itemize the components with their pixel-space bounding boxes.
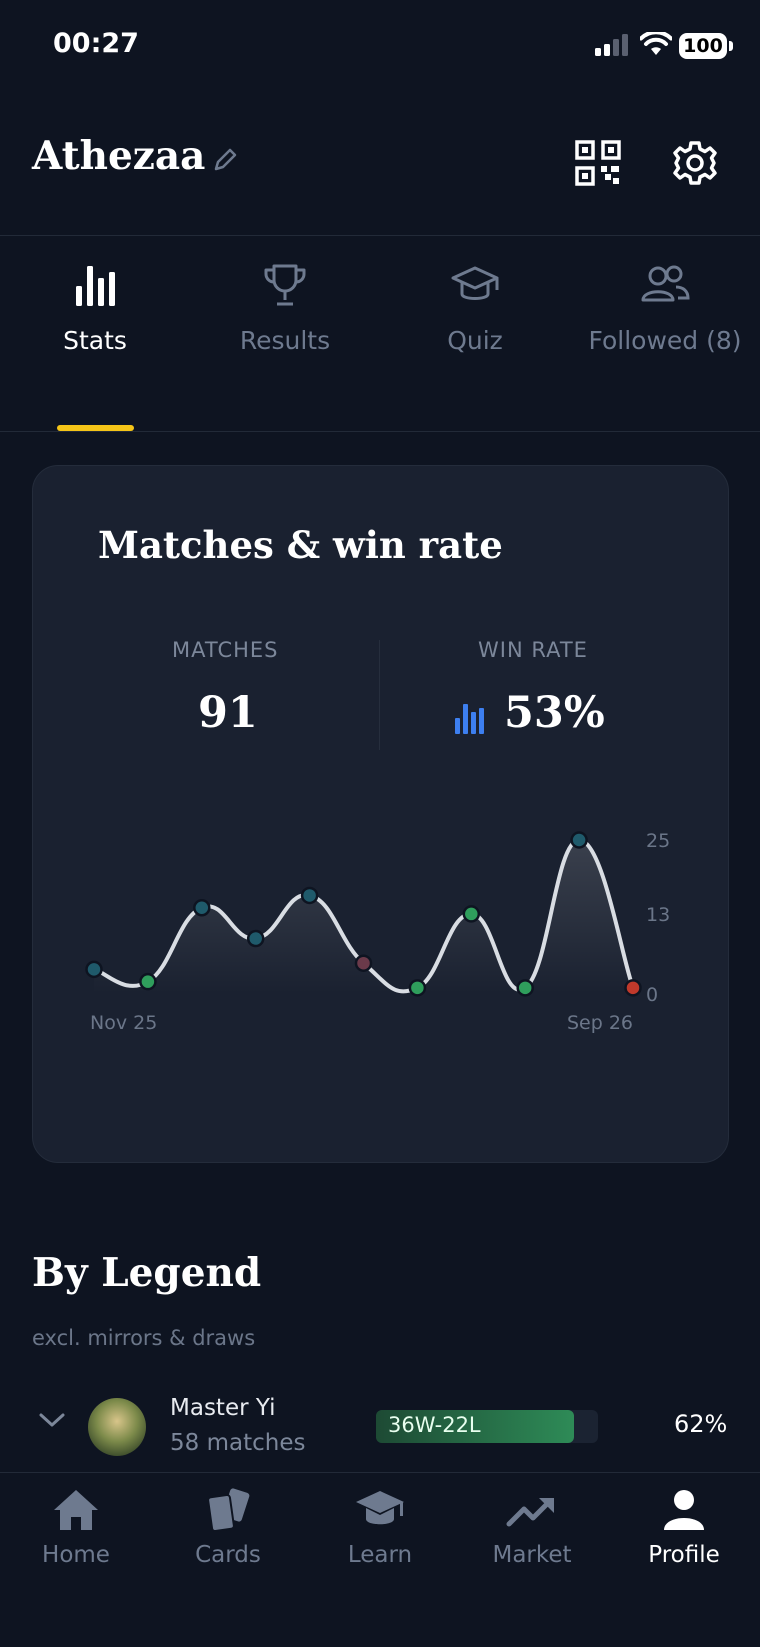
- chart-point: [462, 905, 481, 923]
- tab-label: Quiz: [447, 326, 503, 355]
- record-text: 36W-22L: [388, 1413, 481, 1437]
- tab-label: Stats: [63, 326, 127, 355]
- chevron-down-icon[interactable]: [38, 1410, 66, 1430]
- y-tick-label: 25: [646, 830, 670, 852]
- tab-label: Results: [239, 326, 331, 355]
- nav-market[interactable]: Market: [456, 1488, 608, 1568]
- by-legend-heading: By Legend: [32, 1250, 262, 1296]
- x-tick-label: Nov 25: [90, 1012, 157, 1034]
- qr-code-icon[interactable]: [575, 140, 621, 186]
- nav-label: Profile: [648, 1542, 720, 1568]
- chart-point: [354, 954, 373, 972]
- y-tick-label: 0: [646, 984, 658, 1006]
- chart-point: [246, 929, 265, 948]
- chart-point: [85, 960, 103, 979]
- nav-label: Market: [492, 1542, 572, 1568]
- header-divider: [0, 235, 760, 236]
- winrate-bar-icon: [455, 704, 484, 734]
- chart-point: [570, 831, 588, 849]
- chart-point: [193, 899, 211, 917]
- bar-chart-icon: [76, 266, 115, 306]
- matches-value: 91: [198, 688, 258, 738]
- stat-divider: [379, 640, 380, 750]
- x-tick-label: Sep 26: [567, 1012, 633, 1034]
- legend-matches: 58 matches: [170, 1430, 306, 1456]
- chart-point: [408, 979, 427, 997]
- chart-point: [300, 886, 319, 905]
- legend-name: Master Yi: [170, 1395, 276, 1421]
- home-icon: [54, 1490, 98, 1530]
- tab-stats[interactable]: Stats: [0, 262, 190, 355]
- tab-followed[interactable]: Followed (8): [570, 262, 760, 355]
- graduation-cap-icon: [356, 1491, 404, 1525]
- edit-icon[interactable]: [212, 147, 238, 173]
- nav-cards[interactable]: Cards: [152, 1488, 304, 1568]
- signal-icon: [595, 34, 628, 56]
- legend-avatar: [88, 1398, 146, 1456]
- username: Athezaa: [32, 133, 206, 179]
- trending-up-icon: [506, 1498, 554, 1527]
- tab-quiz[interactable]: Quiz: [380, 262, 570, 355]
- chart-point: [624, 979, 642, 997]
- tabs-divider: [0, 431, 760, 432]
- nav-label: Learn: [347, 1542, 413, 1568]
- cards-icon: [207, 1488, 250, 1532]
- nav-home[interactable]: Home: [0, 1488, 152, 1568]
- winrate-label: WIN RATE: [478, 638, 588, 662]
- status-time: 00:27: [53, 28, 139, 59]
- winrate-value: 53%: [504, 688, 605, 738]
- tab-results[interactable]: Results: [190, 262, 380, 355]
- battery-indicator: 100: [679, 33, 727, 59]
- user-icon: [664, 1490, 704, 1530]
- users-icon: [641, 265, 690, 302]
- nav-profile[interactable]: Profile: [608, 1488, 760, 1568]
- card-title: Matches & win rate: [98, 523, 503, 567]
- nav-label: Home: [42, 1542, 110, 1568]
- tab-label: Followed (8): [588, 326, 742, 355]
- by-legend-subtitle: excl. mirrors & draws: [32, 1326, 256, 1350]
- graduation-cap-icon: [451, 266, 499, 300]
- chart-point: [516, 979, 534, 997]
- trophy-icon: [264, 264, 306, 306]
- wifi-icon: [640, 32, 672, 55]
- gear-icon[interactable]: [672, 140, 718, 186]
- nav-learn[interactable]: Learn: [304, 1488, 456, 1568]
- nav-label: Cards: [195, 1542, 261, 1568]
- battery-nub: [729, 41, 733, 51]
- chart-point: [139, 972, 157, 991]
- matches-label: MATCHES: [172, 638, 279, 662]
- y-tick-label: 13: [646, 904, 670, 926]
- legend-win-pct: 62%: [674, 1410, 728, 1438]
- matches-chart: 25 13 0 Nov 25 Sep 26: [85, 830, 670, 1034]
